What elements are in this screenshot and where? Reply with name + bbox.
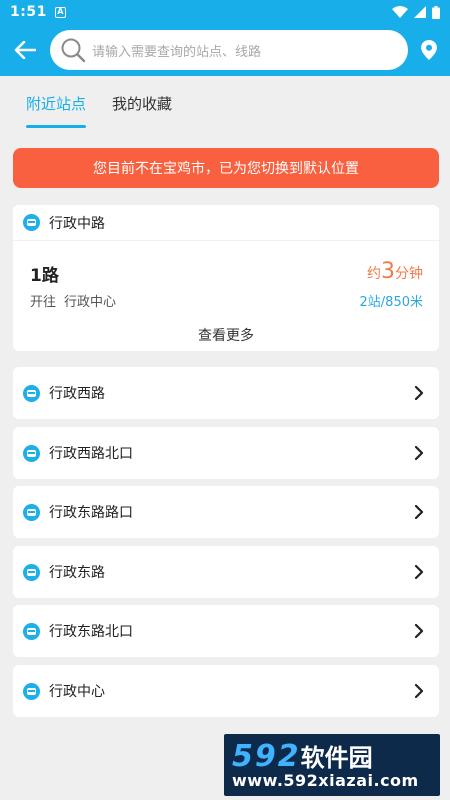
station-name: 行政东路: [49, 565, 105, 581]
back-button[interactable]: [0, 24, 50, 76]
direction-label: 开往: [30, 295, 57, 310]
chevron-right-icon: [399, 505, 439, 519]
station-name: 行政西路北口: [49, 446, 133, 462]
nearest-station-card: 行政中路 1路 开往 行政中心 约3分钟 2站/850米 查看更多: [13, 205, 439, 351]
site-watermark: 592软件园 www.592xiazai.com: [224, 734, 440, 796]
watermark-digits: 592: [232, 739, 301, 774]
station-list-item[interactable]: 行政东路路口: [13, 486, 439, 538]
distance-info: 2站/850米: [359, 295, 423, 310]
bus-stop-icon: [23, 563, 40, 581]
bus-stop-icon: [23, 444, 40, 462]
station-name: 行政中路: [49, 215, 105, 232]
chevron-right-icon: [399, 624, 439, 638]
station-list-item[interactable]: 行政东路北口: [13, 605, 439, 657]
battery-icon: [432, 5, 440, 19]
arrow-left-icon: [14, 41, 36, 59]
station-list-item[interactable]: 行政东路: [13, 546, 439, 598]
view-more-button[interactable]: 查看更多: [13, 325, 439, 345]
eta-minutes: 3: [381, 259, 395, 284]
eta-display: 约3分钟: [367, 259, 423, 284]
station-name: 行政中心: [49, 684, 105, 700]
location-banner: 您目前不在宝鸡市，已为您切换到默认位置: [13, 148, 439, 188]
search-placeholder: 请输入需要查询的站点、线路: [92, 44, 262, 60]
watermark-cn: 软件园: [300, 744, 373, 772]
watermark-brand: 592软件园: [232, 738, 373, 774]
chevron-right-icon: [399, 446, 439, 460]
chevron-right-icon: [399, 565, 439, 579]
station-name: 行政西路: [49, 386, 105, 402]
station-list-item[interactable]: 行政中心: [13, 665, 439, 717]
search-icon: [61, 38, 86, 63]
search-input[interactable]: 请输入需要查询的站点、线路: [50, 30, 408, 70]
status-bar: 1:51 A: [0, 0, 450, 24]
status-time: 1:51: [10, 4, 47, 20]
eta-suffix: 分钟: [395, 266, 423, 282]
bus-stop-icon: [23, 503, 40, 521]
location-pin-icon: [421, 40, 437, 60]
wifi-icon: [392, 6, 408, 18]
tab-my-favorites[interactable]: 我的收藏: [112, 93, 172, 118]
destination-name: 行政中心: [64, 295, 117, 310]
bus-stop-icon: [23, 622, 40, 640]
signal-icon: [414, 6, 426, 18]
route-destination: 开往 行政中心: [30, 291, 116, 310]
status-indicators: [392, 5, 440, 19]
app-bar: 请输入需要查询的站点、线路: [0, 24, 450, 76]
chevron-right-icon: [399, 386, 439, 400]
bus-stop-icon: [23, 384, 40, 402]
station-list-item[interactable]: 行政西路: [13, 367, 439, 419]
chevron-right-icon: [399, 684, 439, 698]
bus-stop-icon: [23, 682, 40, 700]
notification-icon: A: [54, 6, 66, 18]
station-list-item[interactable]: 行政西路北口: [13, 427, 439, 479]
eta-prefix: 约: [367, 266, 381, 282]
watermark-url: www.592xiazai.com: [232, 771, 419, 790]
bus-stop-icon: [23, 214, 40, 231]
banner-text: 您目前不在宝鸡市，已为您切换到默认位置: [93, 161, 359, 177]
tab-nearby-stations[interactable]: 附近站点: [26, 93, 87, 128]
route-number[interactable]: 1路: [30, 261, 59, 286]
location-button[interactable]: [408, 40, 450, 60]
station-header[interactable]: 行政中路: [13, 205, 439, 241]
station-name: 行政东路北口: [49, 624, 133, 640]
tab-bar: 附近站点 我的收藏: [0, 76, 450, 134]
station-name: 行政东路路口: [49, 505, 133, 521]
